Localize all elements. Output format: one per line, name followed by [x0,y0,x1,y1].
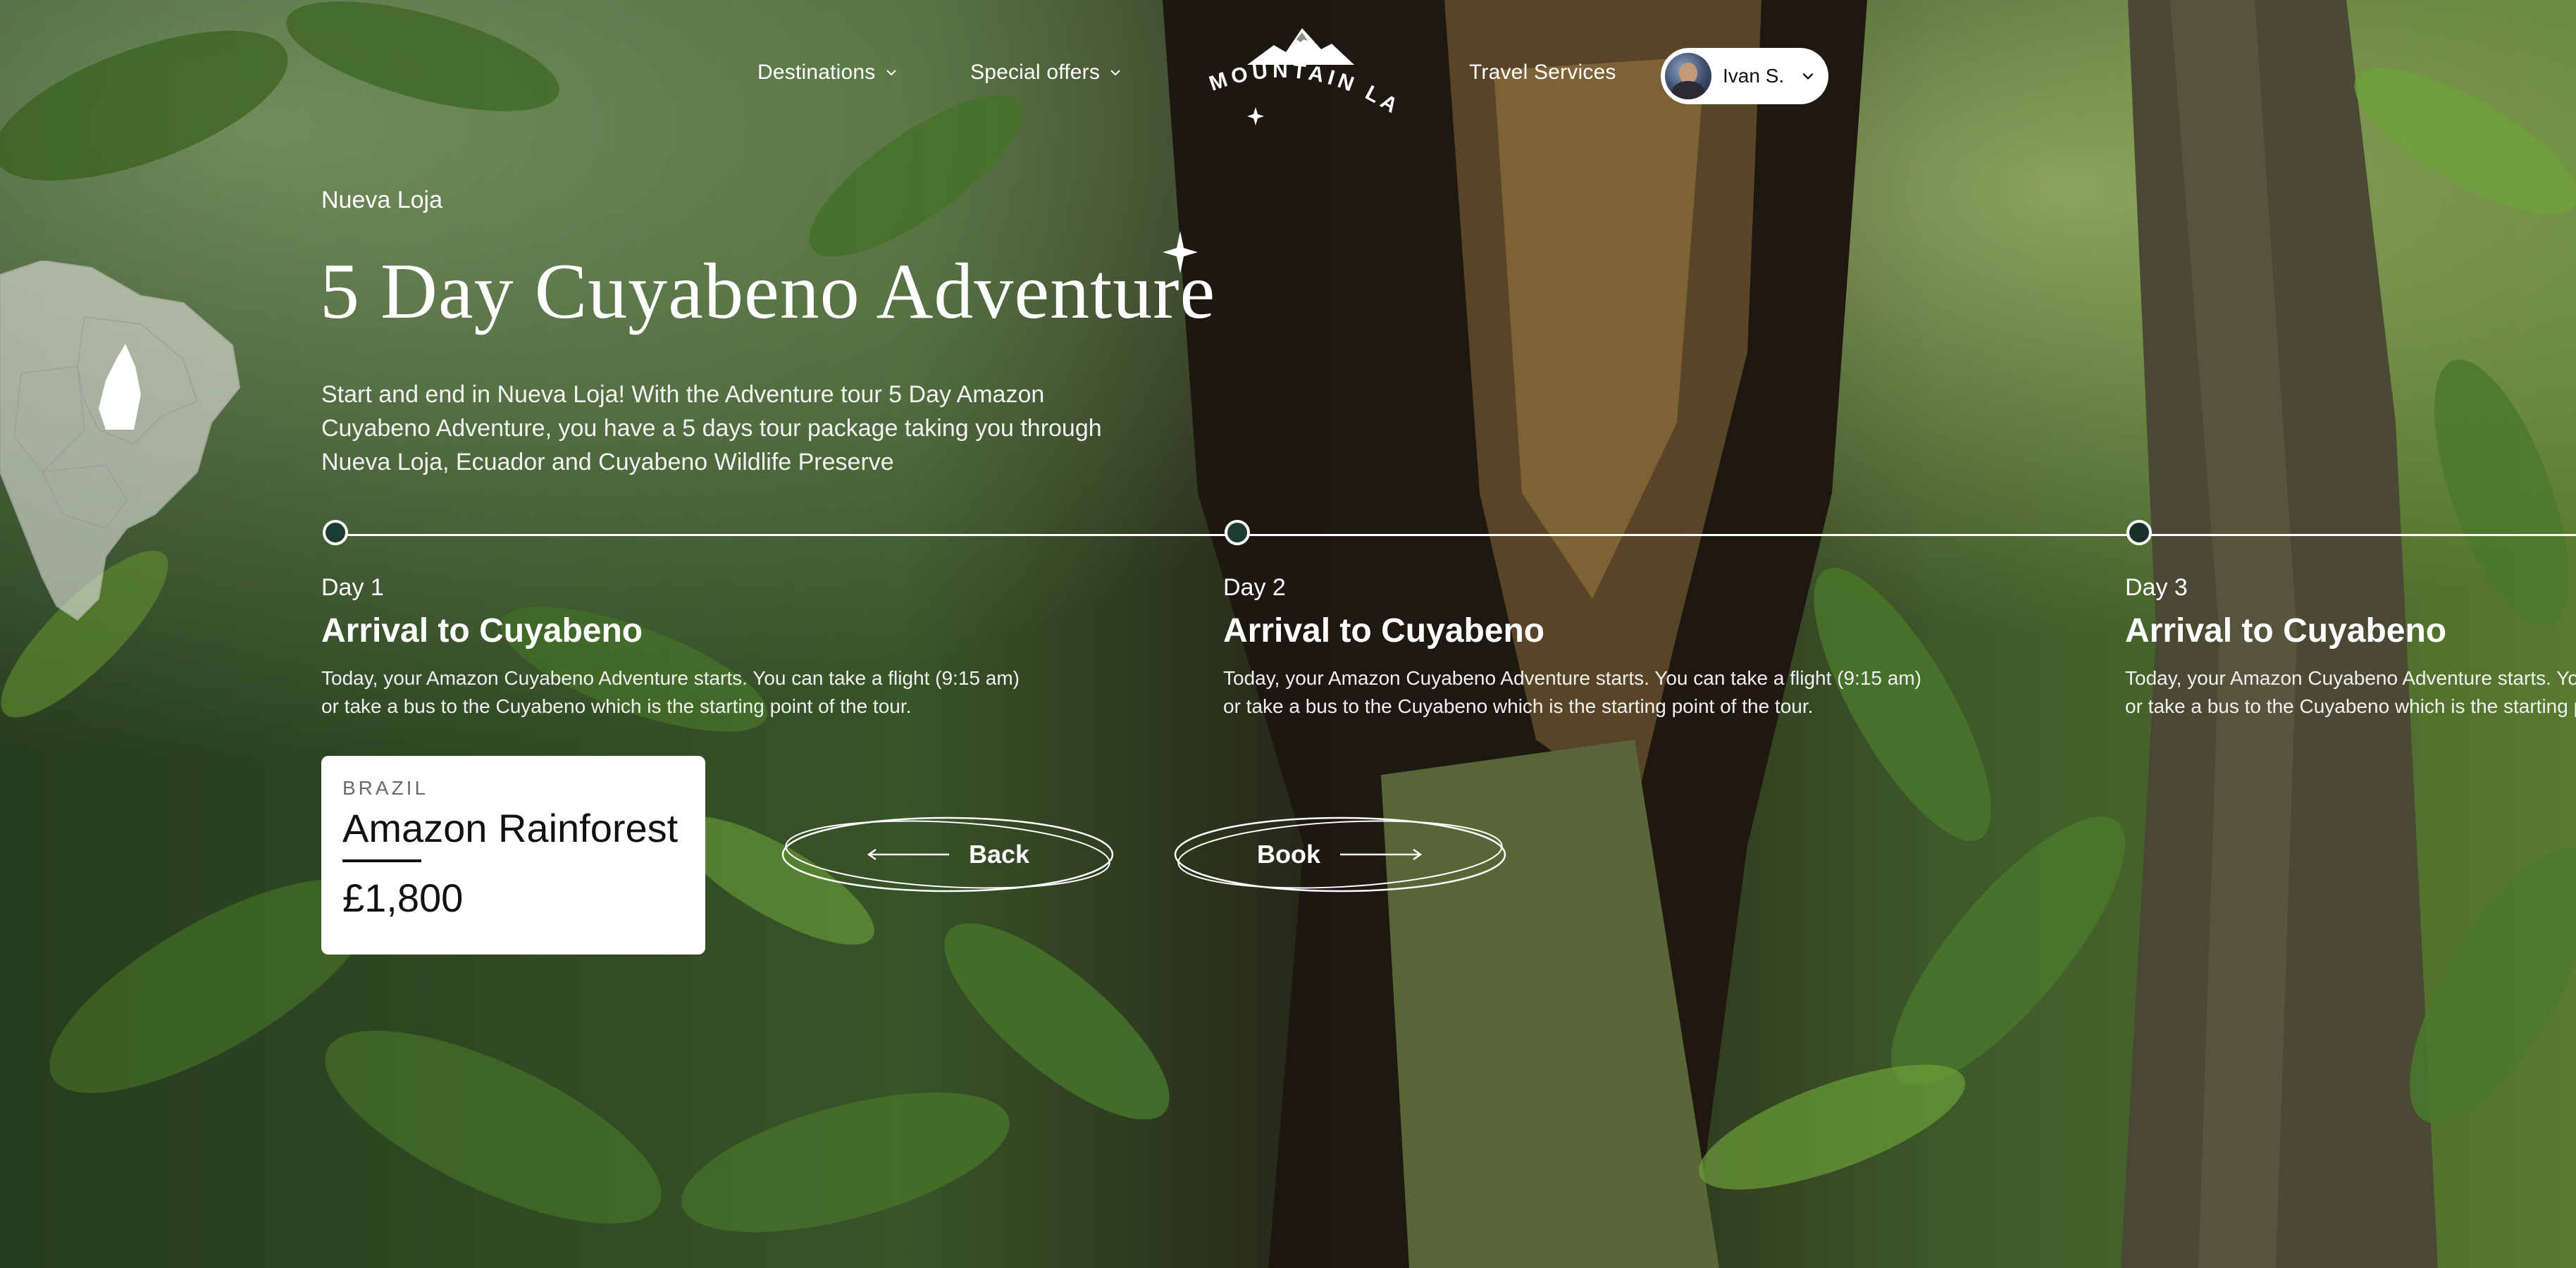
day-number: Day 2 [1223,574,1286,601]
back-button-label: Back [968,840,1030,869]
day-title: Arrival to Cuyabeno [2125,612,2447,649]
nav-special-offers[interactable]: Special offers [970,61,1122,85]
chevron-down-icon [1802,73,1814,80]
arrow-right-icon [1340,848,1423,861]
nav-destinations-label: Destinations [757,61,876,84]
south-america-map [0,261,241,621]
itinerary-day-3: Day 3 Arrival to Cuyabeno Today, your Am… [2125,574,2576,721]
day-description: Today, your Amazon Cuyabeno Adventure st… [321,667,1020,717]
tour-description: Start and end in Nueva Loja! With the Ad… [321,381,1102,476]
itinerary-day-2: Day 2 Arrival to Cuyabeno Today, your Am… [1223,574,1998,721]
day-title: Arrival to Cuyabeno [321,612,643,649]
day-description: Today, your Amazon Cuyabeno Adventure st… [2125,667,2576,717]
itinerary-day-1: Day 1 Arrival to Cuyabeno Today, your Am… [321,574,1096,721]
card-divider [342,859,421,862]
nav-travel-services[interactable]: Travel Services [1469,61,1616,85]
nav-special-offers-label: Special offers [970,61,1101,84]
user-name: Ivan S. [1723,65,1785,87]
tour-location: Nueva Loja [321,187,443,213]
timeline-dot-day-3[interactable] [2126,520,2152,545]
timeline-dot-day-2[interactable] [1225,520,1250,545]
day-number: Day 1 [321,574,384,601]
mountain-land-logo[interactable]: MOUNTAIN LAND [1191,24,1409,130]
timeline-dot-day-1[interactable] [323,520,348,545]
destination-price-card[interactable]: BRAZIL Amazon Rainforest £1,800 [321,756,705,955]
day-number: Day 3 [2125,574,2188,601]
day-description: Today, your Amazon Cuyabeno Adventure st… [1223,667,1921,717]
day-title: Arrival to Cuyabeno [1223,612,1545,649]
nav-destinations[interactable]: Destinations [757,61,898,85]
book-button[interactable]: Book [1171,812,1509,897]
sparkle-icon [1163,231,1198,273]
back-button[interactable]: Back [779,812,1117,897]
chevron-down-icon [1110,70,1120,76]
card-price: £1,800 [342,876,464,920]
avatar [1665,53,1711,99]
card-destination-name: Amazon Rainforest [342,806,679,850]
book-button-label: Book [1257,840,1320,869]
page-title: 5 Day Cuyabeno Adventure [320,248,1216,335]
card-country: BRAZIL [342,777,429,799]
chevron-down-icon [886,70,896,76]
nav-travel-services-label: Travel Services [1469,61,1616,84]
timeline-line [335,534,2576,536]
arrow-left-icon [867,848,949,861]
user-menu-button[interactable]: Ivan S. [1661,48,1828,104]
